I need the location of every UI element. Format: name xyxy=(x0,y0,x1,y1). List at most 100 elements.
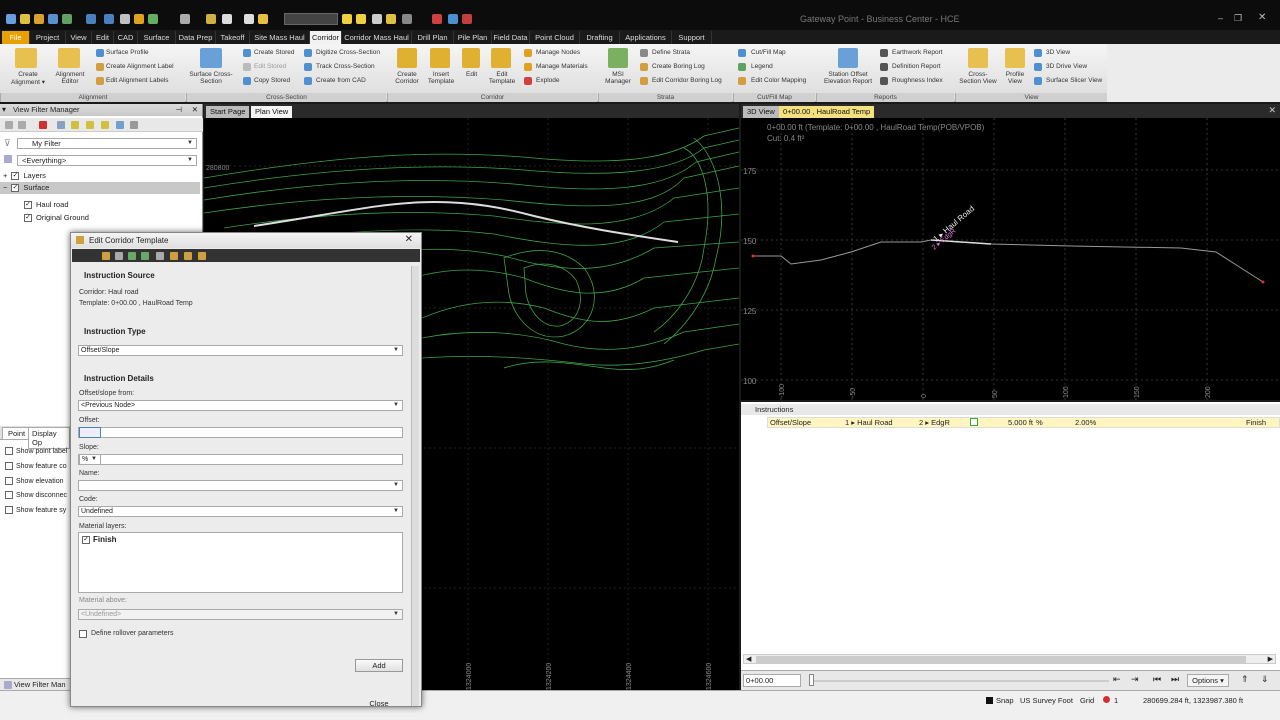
code-select[interactable]: Undefined xyxy=(78,506,403,517)
pin-icon[interactable]: ▾ xyxy=(2,104,6,115)
undo-icon[interactable] xyxy=(86,14,96,24)
add-button[interactable]: Add xyxy=(355,659,403,672)
open-icon[interactable] xyxy=(34,14,44,24)
dialog-close-icon[interactable]: ✕ xyxy=(405,234,413,245)
import-icon[interactable] xyxy=(62,14,72,24)
menu-tab-drafting[interactable]: Drafting xyxy=(580,31,620,44)
tree-row-original-ground[interactable]: ✓ Original Ground xyxy=(0,212,200,224)
tree-row-haul-road[interactable]: ✓ Haul road xyxy=(0,199,200,211)
filter-option-icon[interactable] xyxy=(57,121,65,129)
filter-option2-icon[interactable] xyxy=(71,121,79,129)
pencil-icon[interactable] xyxy=(386,14,396,24)
offset-mode-button[interactable] xyxy=(79,427,101,438)
menu-tab-edit[interactable]: Edit xyxy=(92,31,114,44)
filter-option4-icon[interactable] xyxy=(101,121,109,129)
filter-select[interactable]: My Filter xyxy=(17,138,197,149)
profile-view-button[interactable]: Profile View xyxy=(1000,71,1030,85)
menu-tab-field-data[interactable]: Field Data xyxy=(492,31,530,44)
snap-toggle[interactable]: Snap xyxy=(996,696,1014,705)
edit-alignment-labels-button[interactable]: Edit Alignment Labels xyxy=(106,77,169,84)
edit-template-button[interactable]: Edit Template xyxy=(486,71,518,85)
point-icon[interactable] xyxy=(148,14,158,24)
menu-tab-point-cloud[interactable]: Point Cloud xyxy=(530,31,580,44)
instructions-hscroll[interactable]: ◀ ▶ xyxy=(743,654,1276,664)
explode-button[interactable]: Explode xyxy=(536,77,560,84)
down-icon[interactable]: ⇓ xyxy=(1261,674,1269,685)
menu-tab-view[interactable]: View xyxy=(66,31,92,44)
menu-tab-takeoff[interactable]: Takeoff xyxy=(216,31,250,44)
name-select[interactable] xyxy=(78,480,403,491)
layer-icon[interactable] xyxy=(342,14,352,24)
template-tool-icon[interactable] xyxy=(115,252,123,260)
slope-input[interactable] xyxy=(78,454,403,465)
station-offset-elevation-report-button[interactable]: Station Offset Elevation Report xyxy=(820,71,876,85)
menu-tab-corridor[interactable]: Corridor xyxy=(310,31,342,44)
menu-tab-corridor-mass-haul[interactable]: Corridor Mass Haul xyxy=(342,31,412,44)
offset-from-select[interactable]: <Previous Node> xyxy=(78,400,403,411)
select-icon[interactable] xyxy=(206,14,216,24)
first-station-icon[interactable]: ⏮ xyxy=(1153,674,1161,685)
surface-slicer-view-button[interactable]: Surface Slicer View xyxy=(1046,77,1102,84)
layer-manager-icon[interactable] xyxy=(356,14,366,24)
alignment-editor-button[interactable]: Alignment Editor xyxy=(50,71,90,85)
tab-start-page[interactable]: Start Page xyxy=(206,106,250,118)
manage-materials-button[interactable]: Manage Materials xyxy=(536,63,588,70)
tab-point[interactable]: Point xyxy=(2,427,32,440)
track-cross-section-button[interactable]: Track Cross-Section xyxy=(316,63,375,70)
digitize-cross-section-button[interactable]: Digitize Cross-Section xyxy=(316,49,380,56)
finish-checkbox[interactable]: ✓ xyxy=(82,536,90,544)
filter-option3-icon[interactable] xyxy=(86,121,94,129)
arrow-icon[interactable] xyxy=(448,14,458,24)
last-station-icon[interactable]: ⏭ xyxy=(1171,674,1179,685)
create-alignment-label-button[interactable]: Create Alignment Label xyxy=(106,63,174,70)
msi-manager-button[interactable]: MSI Manager xyxy=(601,71,635,85)
menu-tab-applications[interactable]: Applications xyxy=(620,31,672,44)
edit-corridor-button[interactable]: Edit xyxy=(466,71,477,78)
slope-unit-select[interactable]: % xyxy=(79,454,101,465)
cross-section-view-button[interactable]: Cross-Section View xyxy=(958,71,998,85)
menu-tab-data-prep[interactable]: Data Prep xyxy=(176,31,216,44)
save-filter-icon[interactable] xyxy=(18,121,26,129)
template-tool-icon[interactable] xyxy=(128,252,136,260)
legend-button[interactable]: Legend xyxy=(751,63,773,70)
offset-input[interactable] xyxy=(78,427,403,438)
menu-tab-pile-plan[interactable]: Pile Plan xyxy=(454,31,492,44)
scroll-left-icon[interactable]: ◀ xyxy=(746,655,751,663)
redo-icon[interactable] xyxy=(104,14,114,24)
template-tool-icon[interactable] xyxy=(141,252,149,260)
cut-fill-map-button[interactable]: Cut/Fill Map xyxy=(751,49,786,56)
definition-report-button[interactable]: Definition Report xyxy=(892,63,940,70)
maximize-button[interactable]: ❐ xyxy=(1234,13,1242,24)
tree-row-layers[interactable]: + ✓ Layers xyxy=(0,170,200,182)
menu-tab-cad[interactable]: CAD xyxy=(114,31,138,44)
create-alignment-button[interactable]: Create Alignment ▾ xyxy=(8,71,48,86)
tab-plan-view[interactable]: Plan View xyxy=(251,106,293,118)
create-corridor-button[interactable]: Create Corridor xyxy=(390,71,424,85)
manage-nodes-button[interactable]: Manage Nodes xyxy=(536,49,580,56)
prev-station-icon[interactable]: ⇤ xyxy=(1113,674,1121,685)
draw-icon[interactable] xyxy=(372,14,382,24)
new-icon[interactable] xyxy=(20,14,30,24)
earthwork-report-button[interactable]: Earthwork Report xyxy=(892,49,943,56)
instruction-type-select[interactable]: Offset/Slope xyxy=(78,345,403,356)
surface-profile-button[interactable]: Surface Profile xyxy=(106,49,149,56)
marker-icon[interactable] xyxy=(462,14,472,24)
close-button[interactable]: Close xyxy=(355,699,403,708)
grid-icon[interactable] xyxy=(244,14,254,24)
cross-section-view[interactable]: 3D View 0+00.00 , HaulRoad Temp ✕ 0+00.0… xyxy=(741,104,1280,400)
3d-view-button[interactable]: 3D View xyxy=(1046,49,1070,56)
vfm-bottom-tab[interactable]: View Filter Man xyxy=(0,678,70,690)
template-tool-icon[interactable] xyxy=(102,252,110,260)
menu-tab-support[interactable]: Support xyxy=(672,31,712,44)
window-icon[interactable] xyxy=(222,14,232,24)
save-icon[interactable] xyxy=(48,14,58,24)
copy-stored-button[interactable]: Copy Stored xyxy=(254,77,290,84)
vfm-close-icon[interactable]: ✕ xyxy=(192,104,198,115)
filter-option5-icon[interactable] xyxy=(116,121,124,129)
template-tool-icon[interactable] xyxy=(184,252,192,260)
create-from-cad-button[interactable]: Create from CAD xyxy=(316,77,366,84)
menu-tab-file[interactable]: File xyxy=(2,31,30,44)
edit-corridor-boring-log-button[interactable]: Edit Corridor Boring Log xyxy=(652,77,722,84)
minimize-button[interactable]: – xyxy=(1218,13,1223,23)
rollover-checkbox[interactable] xyxy=(79,630,87,638)
